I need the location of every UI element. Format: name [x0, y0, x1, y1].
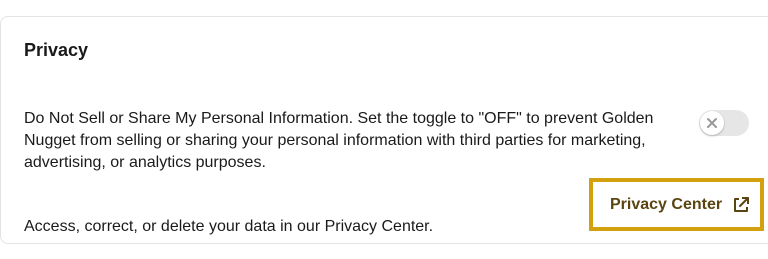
close-x-icon	[707, 118, 717, 128]
privacy-center-description: Access, correct, or delete your data in …	[24, 218, 434, 235]
privacy-center-label: Privacy Center	[610, 195, 723, 213]
do-not-sell-description: Do Not Sell or Share My Personal Informa…	[24, 110, 654, 171]
do-not-sell-toggle[interactable]	[699, 110, 749, 136]
privacy-title: Privacy	[24, 40, 89, 60]
privacy-center-link[interactable]: Privacy Center	[589, 178, 764, 231]
external-link-icon	[731, 195, 751, 215]
toggle-knob	[700, 111, 724, 135]
